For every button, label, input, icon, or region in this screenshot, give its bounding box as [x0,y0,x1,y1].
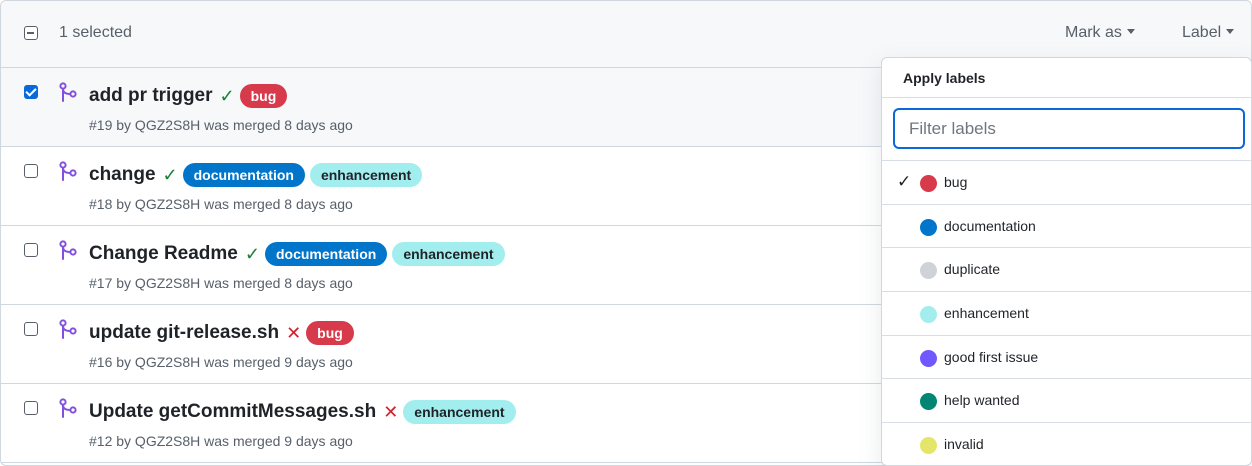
select-all-checkbox[interactable] [24,26,38,40]
git-merge-icon [59,240,77,260]
dropdown-header: Apply labels [882,58,1251,98]
label-color-dot [920,393,937,411]
mark-as-menu-button[interactable]: Mark as [1065,24,1135,42]
row-checkbox[interactable] [24,164,38,178]
apply-labels-dropdown: Apply labels ✓ bug documentation duplicate e… [881,57,1252,466]
pr-meta: #16 by QGZ2S8H was merged 9 days ago [89,354,353,370]
row-checkbox[interactable] [24,243,38,257]
pr-meta: #18 by QGZ2S8H was merged 8 days ago [89,196,353,212]
x-icon[interactable]: ✕ [383,403,398,421]
label-badge-bug[interactable]: bug [306,321,354,345]
row-title-line: add pr trigger ✓ bug [89,82,288,110]
label-badge-enhancement[interactable]: enhancement [392,242,505,266]
label-option-help-wanted[interactable]: help wanted [882,379,1251,424]
pr-meta: #17 by QGZ2S8H was merged 8 days ago [89,275,353,291]
label-option-bug[interactable]: ✓ bug [882,161,1251,205]
filter-container [882,98,1251,161]
dropdown-title: Apply labels [903,70,986,86]
x-icon[interactable]: ✕ [286,324,301,342]
row-title-line: Update getCommitMessages.sh ✕ enhancement [89,398,516,426]
label-menu-label: Label [1182,24,1222,41]
git-merge-icon [59,161,77,181]
pr-title-link[interactable]: Change Readme [89,243,238,265]
row-title-line: Change Readme ✓ documentation enhancement [89,240,505,268]
pr-title-link[interactable]: change [89,164,156,186]
row-title-line: update git-release.sh ✕ bug [89,319,354,347]
git-merge-icon [59,82,77,102]
label-menu-button[interactable]: Label [1182,24,1235,42]
check-icon[interactable]: ✓ [163,166,178,184]
label-badge-enhancement[interactable]: enhancement [403,400,516,424]
pr-title-link[interactable]: update git-release.sh [89,322,279,344]
label-option-name: good first issue [944,348,1039,365]
label-option-duplicate[interactable]: duplicate [882,248,1251,293]
label-color-dot [920,175,937,192]
label-option-invalid[interactable]: invalid [882,423,1251,465]
git-merge-icon [59,398,77,418]
row-checkbox[interactable] [24,85,38,99]
check-icon[interactable]: ✓ [245,245,260,263]
caret-down-icon [1226,29,1235,35]
label-badge-documentation[interactable]: documentation [264,242,388,266]
label-option-name: documentation [944,217,1036,234]
pr-title-link[interactable]: Update getCommitMessages.sh [89,401,376,423]
label-option-name: enhancement [944,305,1029,322]
label-color-dot [920,306,937,324]
check-icon: ✓ [897,172,912,191]
label-badge-enhancement[interactable]: enhancement [309,163,423,187]
label-option-name: bug [944,174,968,190]
check-icon[interactable]: ✓ [220,87,235,105]
row-checkbox[interactable] [24,322,38,336]
caret-down-icon [1126,29,1135,35]
mark-as-label: Mark as [1065,24,1122,41]
label-option-enhancement[interactable]: enhancement [882,292,1251,336]
label-option-name: duplicate [944,261,1001,278]
label-badge-documentation[interactable]: documentation [182,163,305,187]
row-checkbox[interactable] [24,401,38,415]
filter-labels-input[interactable] [893,108,1245,149]
label-color-dot [920,437,937,455]
label-color-dot [920,218,937,236]
label-option-good-first-issue[interactable]: good first issue [882,336,1251,380]
label-color-dot [920,349,937,367]
label-color-dot [920,262,937,280]
selected-count: 1 selected [59,24,132,41]
label-badge-bug[interactable]: bug [239,84,288,108]
pr-meta: #19 by QGZ2S8H was merged 8 days ago [89,117,353,133]
label-option-documentation[interactable]: documentation [882,205,1251,249]
row-title-line: change ✓ documentation enhancement [89,161,423,189]
label-option-name: invalid [944,436,984,453]
label-option-name: help wanted [944,392,1020,409]
pr-meta: #12 by QGZ2S8H was merged 9 days ago [89,433,353,449]
git-merge-icon [59,319,77,339]
pr-title-link[interactable]: add pr trigger [89,85,213,107]
